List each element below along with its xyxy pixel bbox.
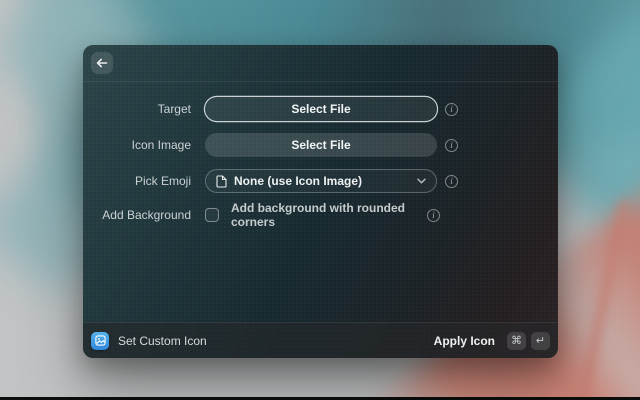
wallpaper-salmon-streak [572, 200, 630, 400]
return-key-icon: ↵ [531, 332, 550, 350]
desktop-wallpaper: Target Select File i Icon Image Select F… [0, 0, 640, 400]
chevron-down-icon [417, 178, 426, 184]
pick-emoji-dropdown[interactable]: None (use Icon Image) [205, 169, 437, 193]
image-glyph-icon [95, 335, 106, 346]
footer-command-identity: Set Custom Icon [91, 332, 207, 350]
back-button[interactable] [91, 52, 113, 74]
window-footer: Set Custom Icon Apply Icon ⌘ ↵ [83, 322, 558, 358]
window-header [83, 45, 558, 82]
set-custom-icon-window: Target Select File i Icon Image Select F… [83, 45, 558, 358]
command-form: Target Select File i Icon Image Select F… [83, 82, 558, 229]
apply-icon-button[interactable]: Apply Icon [434, 334, 495, 348]
add-background-info-icon[interactable]: i [427, 209, 440, 222]
icon-image-label: Icon Image [97, 138, 191, 152]
form-row-icon-image: Icon Image Select File i [97, 133, 558, 157]
pick-emoji-selected-value: None (use Icon Image) [234, 174, 362, 188]
set-custom-icon-app-icon [91, 332, 109, 350]
form-row-target: Target Select File i [97, 97, 558, 121]
icon-image-select-file-button[interactable]: Select File [205, 133, 437, 157]
form-row-add-background: Add Background Add background with round… [97, 201, 558, 229]
icon-image-info-icon[interactable]: i [445, 139, 458, 152]
file-icon [216, 175, 227, 188]
footer-command-name: Set Custom Icon [118, 334, 207, 348]
target-info-icon[interactable]: i [445, 103, 458, 116]
add-background-label: Add Background [97, 208, 191, 222]
add-background-checkbox-label[interactable]: Add background with rounded corners [231, 201, 427, 229]
command-key-icon: ⌘ [507, 332, 526, 350]
add-background-checkbox[interactable] [205, 208, 219, 222]
footer-primary-action: Apply Icon ⌘ ↵ [434, 332, 550, 350]
target-select-file-button[interactable]: Select File [205, 97, 437, 121]
pick-emoji-info-icon[interactable]: i [445, 175, 458, 188]
form-row-pick-emoji: Pick Emoji None (use Icon Image) i [97, 169, 558, 193]
back-arrow-icon [96, 57, 108, 69]
target-label: Target [97, 102, 191, 116]
pick-emoji-label: Pick Emoji [97, 174, 191, 188]
